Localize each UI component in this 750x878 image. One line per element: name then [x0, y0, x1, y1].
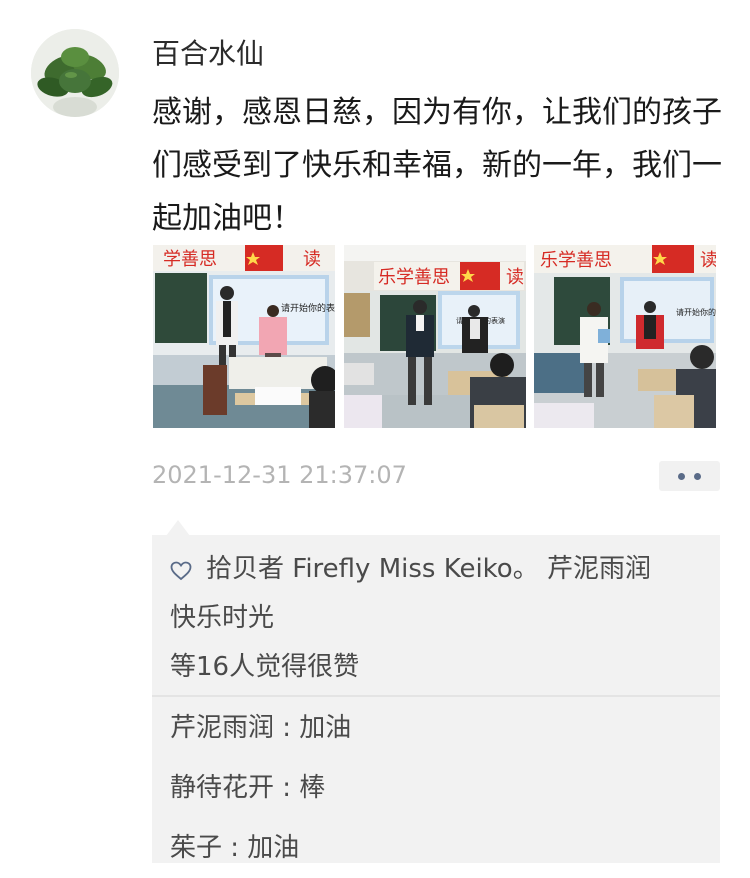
author-name[interactable]: 百合水仙: [152, 34, 264, 74]
banner-right-text: 读: [303, 249, 321, 270]
banner-text: 乐学善思: [378, 267, 450, 288]
photo-1[interactable]: 学善思 读 请开始你的表演: [153, 245, 335, 428]
screen-text: 请开始你的表演: [676, 307, 716, 317]
comments-caret: [166, 520, 190, 536]
more-options-button[interactable]: [659, 461, 720, 491]
plant-avatar-image: [31, 29, 119, 117]
heart-outline-icon: [170, 561, 192, 581]
liker-names[interactable]: 拾贝者 Firefly Miss Keiko。 芹泥雨润: [206, 554, 651, 584]
photo-3[interactable]: 乐学善思 读 请开始你的表演: [534, 245, 716, 428]
screen-text: 请开始你的表演: [281, 302, 335, 314]
likers-line-1: 拾贝者 Firefly Miss Keiko。 芹泥雨润: [170, 545, 720, 594]
likes-summary[interactable]: 等16人觉得很赞: [170, 643, 720, 692]
banner-right-text: 读: [506, 267, 524, 288]
avatar[interactable]: [31, 29, 119, 117]
banner-text: 乐学善思: [540, 250, 612, 271]
post-timestamp: 2021-12-31 21:37:07: [152, 461, 407, 489]
likes-comments-panel: 拾贝者 Firefly Miss Keiko。 芹泥雨润 快乐时光 等16人觉得…: [152, 535, 720, 863]
likes-section: 拾贝者 Firefly Miss Keiko。 芹泥雨润 快乐时光 等16人觉得…: [152, 535, 720, 692]
comments-list: 芹泥雨润 : 加油 静待花开 : 棒 茱子 : 加油: [152, 697, 720, 878]
more-dot-icon: [694, 472, 701, 480]
post-text: 感谢，感恩日慈，因为有你，让我们的孩子们感受到了快乐和幸福，新的一年，我们一起加…: [152, 95, 722, 236]
more-dot-icon: [678, 472, 685, 480]
photo-2[interactable]: 乐学善思 读 请开始你的表演: [344, 245, 526, 428]
comment-item[interactable]: 芹泥雨润 : 加油: [152, 698, 720, 758]
comment-item[interactable]: 静待花开 : 棒: [152, 758, 720, 818]
banner-right-text: 读: [700, 250, 716, 271]
banner-text: 学善思: [163, 249, 217, 270]
comment-item[interactable]: 茱子 : 加油: [152, 818, 720, 878]
likers-line-2[interactable]: 快乐时光: [170, 594, 720, 643]
